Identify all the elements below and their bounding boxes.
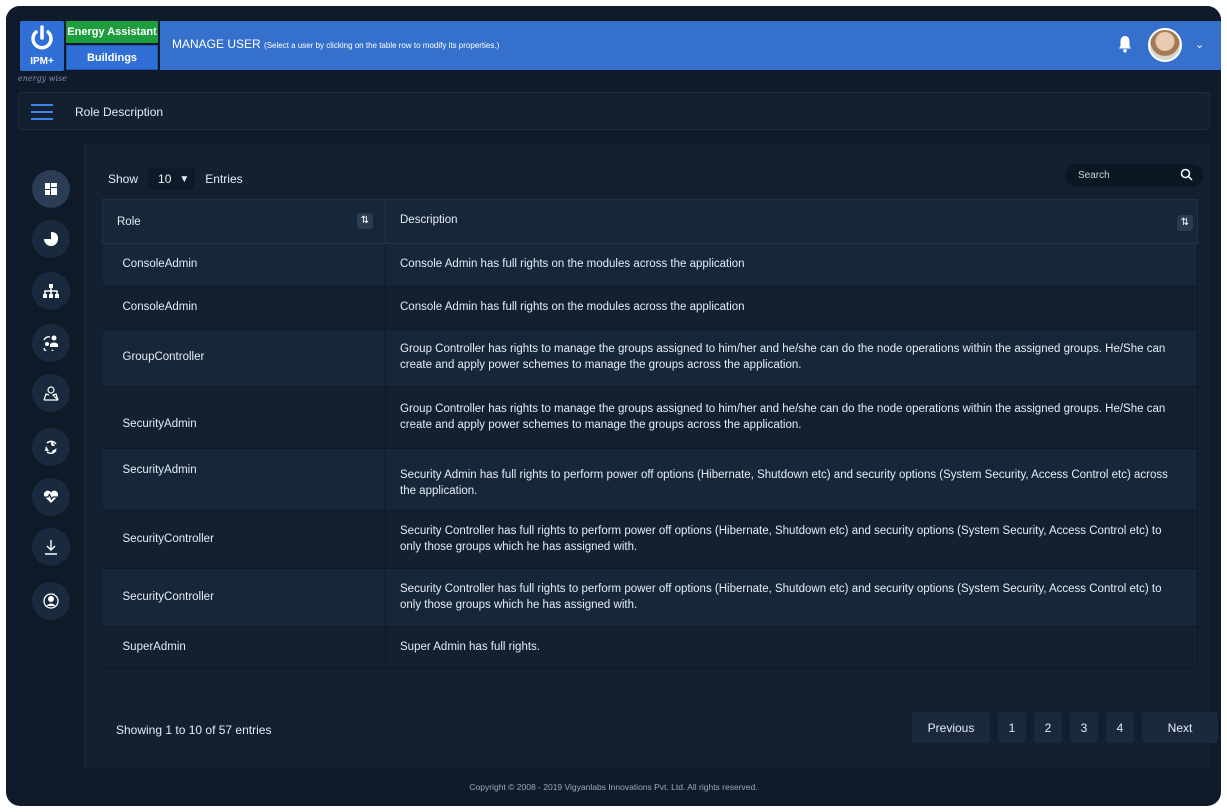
search-placeholder: Search [1078,170,1110,181]
breadcrumb-label: Role Description [75,105,164,119]
description-cell: Super Admin has full rights. [385,626,1198,669]
previous-button[interactable]: Previous [912,712,990,743]
logo-text: IPM+ [30,56,54,67]
role-cell: SecurityController [102,568,386,627]
power-icon [31,25,53,50]
hierarchy-icon [43,284,59,298]
app-logo[interactable]: IPM+ [20,21,64,71]
sidebar-item-hierarchy[interactable] [32,272,70,310]
table-row[interactable]: ConsoleAdmin Console Admin has full righ… [102,243,1198,287]
table-row[interactable]: SecurityAdmin Security Admin has full ri… [102,448,1198,511]
entries-value: 10 [158,172,172,186]
sidebar-item-user[interactable] [32,582,70,620]
app-frame: IPM+ energy wise Energy Assistant Buildi… [6,6,1221,806]
sort-icon[interactable]: ⇅ [357,213,373,229]
user-avatar[interactable] [1148,28,1182,62]
description-cell: Group Controller has rights to manage th… [385,329,1198,387]
pagination-info: Showing 1 to 10 of 57 entries [116,723,272,737]
user-icon [43,593,59,609]
sidebar-item-recycle[interactable] [32,428,70,466]
description-cell: Group Controller has rights to manage th… [385,386,1198,449]
sidebar-item-map-users[interactable] [32,374,70,412]
search-input[interactable]: Search [1065,164,1203,187]
role-cell: ConsoleAdmin [102,243,386,287]
pie-chart-icon [44,232,58,246]
role-cell: SecurityAdmin [102,448,386,511]
buildings-tab[interactable]: Buildings [66,45,158,70]
entries-control: Show 10 ▼ Entries [108,168,243,190]
table-row[interactable]: SecurityController Security Controller h… [102,510,1198,569]
recycle-icon [45,440,57,454]
sort-icon[interactable]: ⇅ [1177,215,1193,231]
description-cell: Console Admin has full rights on the mod… [385,286,1198,330]
search-icon[interactable] [1180,168,1193,181]
role-cell: ConsoleAdmin [102,286,386,330]
sidebar-item-reports[interactable] [32,220,70,258]
role-cell: GroupController [102,329,386,387]
bell-icon[interactable] [1118,35,1132,53]
table-row[interactable]: SuperAdmin Super Admin has full rights. [102,626,1198,669]
sidebar [18,144,85,769]
top-bar: IPM+ energy wise Energy Assistant Buildi… [6,6,1221,88]
column-header-description[interactable]: Description ⇅ [385,199,1198,244]
download-icon [45,540,57,555]
role-cell: SecurityAdmin [102,386,386,449]
map-user-icon [43,386,59,401]
description-cell: Security Controller has full rights to p… [385,568,1198,627]
roles-table: Role ⇅ Description ⇅ ConsoleAdmin Consol… [102,199,1198,669]
entries-label: Entries [205,172,243,186]
breadcrumb: Role Description [18,92,1210,130]
user-sync-icon [43,335,58,351]
show-label: Show [108,172,139,186]
chevron-down-icon[interactable]: ⌄ [1195,38,1204,51]
page-button-4[interactable]: 4 [1106,712,1134,743]
role-cell: SuperAdmin [102,626,386,669]
heartbeat-icon [43,490,59,503]
page-title: MANAGE USER (Select a user by clicking o… [172,37,499,51]
column-header-description-label: Description [400,214,458,226]
sidebar-item-download[interactable] [32,528,70,566]
description-cell: Security Controller has full rights to p… [385,510,1198,569]
page-button-1[interactable]: 1 [998,712,1026,743]
next-button[interactable]: Next [1142,712,1218,743]
header-bar: MANAGE USER (Select a user by clicking o… [160,21,1221,70]
content-area: Show 10 ▼ Entries Search Role ⇅ Descript… [97,144,1218,769]
sidebar-item-user-sync[interactable] [32,324,70,362]
page-title-hint: (Select a user by clicking on the table … [264,41,500,50]
page-button-3[interactable]: 3 [1070,712,1098,743]
logo-tagline: energy wise [18,74,67,83]
table-row[interactable]: ConsoleAdmin Console Admin has full righ… [102,286,1198,330]
page-button-2[interactable]: 2 [1034,712,1062,743]
pagination: Previous 1 2 3 4 Next [912,712,1218,743]
energy-assistant-tab[interactable]: Energy Assistant [66,21,158,43]
description-cell: Console Admin has full rights on the mod… [385,243,1198,287]
table-row[interactable]: GroupController Group Controller has rig… [102,329,1198,387]
copyright-text: Copyright © 2008 - 2019 Vigyanlabs Innov… [469,782,758,792]
sidebar-item-dashboard[interactable] [32,170,70,208]
caret-down-icon: ▼ [179,173,190,185]
column-header-role[interactable]: Role ⇅ [102,199,386,244]
hamburger-icon[interactable] [31,104,53,120]
entries-select[interactable]: 10 ▼ [148,168,196,190]
page-title-text: MANAGE USER [172,37,261,51]
role-cell: SecurityController [102,510,386,569]
main-panel: Show 10 ▼ Entries Search Role ⇅ Descript… [18,144,1218,769]
table-header-row: Role ⇅ Description ⇅ [102,199,1198,244]
column-header-role-label: Role [117,216,141,228]
table-row[interactable]: SecurityAdmin Group Controller has right… [102,386,1198,449]
dashboard-icon [45,183,57,195]
sidebar-item-health[interactable] [32,478,70,516]
description-cell: Security Admin has full rights to perfor… [385,448,1198,511]
table-row[interactable]: SecurityController Security Controller h… [102,568,1198,627]
